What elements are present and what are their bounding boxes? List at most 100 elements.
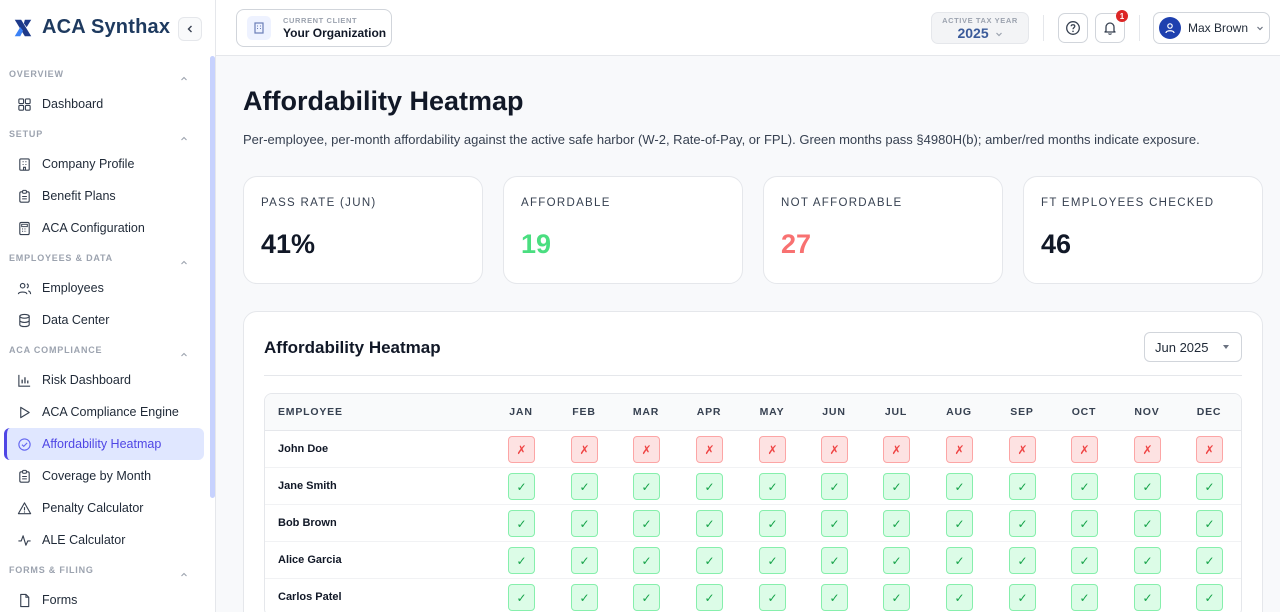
sidebar-section-header[interactable]: Setup [0, 120, 208, 148]
heatmap-cell-pass[interactable]: ✓ [883, 510, 910, 537]
sidebar-section-header[interactable]: Employees & Data [0, 244, 208, 272]
heatmap-cell-fail[interactable]: ✗ [1071, 436, 1098, 463]
heatmap-cell-pass[interactable]: ✓ [1071, 473, 1098, 500]
sidebar-item-affordability-heatmap[interactable]: Affordability Heatmap [4, 428, 204, 460]
sidebar-item-aca-configuration[interactable]: ACA Configuration [4, 212, 204, 244]
notifications-button[interactable]: 1 [1095, 10, 1128, 43]
heatmap-cell-pass[interactable]: ✓ [571, 584, 598, 611]
heatmap-cell-pass[interactable]: ✓ [1196, 473, 1223, 500]
heatmap-cell-fail[interactable]: ✗ [508, 436, 535, 463]
heatmap-cell-pass[interactable]: ✓ [759, 510, 786, 537]
heatmap-cell-pass[interactable]: ✓ [946, 473, 973, 500]
heatmap-cell-pass[interactable]: ✓ [1134, 584, 1161, 611]
heatmap-cell-pass[interactable]: ✓ [633, 510, 660, 537]
heatmap-cell-pass[interactable]: ✓ [1009, 547, 1036, 574]
sidebar-item-coverage-by-month[interactable]: Coverage by Month [4, 460, 204, 492]
heatmap-cell-pass[interactable]: ✓ [1134, 547, 1161, 574]
sidebar-section-header[interactable]: ACA Compliance [0, 336, 208, 364]
check-icon: ✓ [829, 553, 840, 568]
table-row[interactable]: Bob Brown ✓ ✓ ✓ ✓ ✓ ✓ ✓ ✓ ✓ ✓ ✓ ✓ [265, 505, 1241, 542]
heatmap-cell-pass[interactable]: ✓ [1009, 584, 1036, 611]
heatmap-cell-pass[interactable]: ✓ [883, 584, 910, 611]
heatmap-cell-fail[interactable]: ✗ [1196, 436, 1223, 463]
heatmap-cell-pass[interactable]: ✓ [696, 510, 723, 537]
heatmap-cell-pass[interactable]: ✓ [883, 547, 910, 574]
heatmap-cell-fail[interactable]: ✗ [1134, 436, 1161, 463]
month-select[interactable]: Jun 2025 [1144, 332, 1242, 362]
sidebar-item-ale-calculator[interactable]: ALE Calculator [4, 524, 204, 556]
heatmap-cell-pass[interactable]: ✓ [1071, 510, 1098, 537]
heatmap-cell-fail[interactable]: ✗ [946, 436, 973, 463]
heatmap-cell-pass[interactable]: ✓ [508, 510, 535, 537]
heatmap-cell-pass[interactable]: ✓ [759, 473, 786, 500]
tax-year-selector[interactable]: Active Tax Year 2025 [931, 12, 1029, 44]
heatmap-cell-fail[interactable]: ✗ [759, 436, 786, 463]
sidebar-item-penalty-calculator[interactable]: Penalty Calculator [4, 492, 204, 524]
check-icon: ✓ [641, 516, 652, 531]
heatmap-cell-pass[interactable]: ✓ [571, 473, 598, 500]
check-icon: ✓ [704, 590, 715, 605]
sidebar-item-employees[interactable]: Employees [4, 272, 204, 304]
heatmap-cell-pass[interactable]: ✓ [1009, 510, 1036, 537]
heatmap-cell-fail[interactable]: ✗ [696, 436, 723, 463]
heatmap-cell-fail[interactable]: ✗ [571, 436, 598, 463]
help-button[interactable] [1058, 13, 1088, 43]
heatmap-cell-pass[interactable]: ✓ [508, 473, 535, 500]
sidebar-collapse-button[interactable] [178, 17, 202, 41]
heatmap-cell-pass[interactable]: ✓ [759, 584, 786, 611]
user-menu[interactable]: Max Brown [1153, 12, 1270, 44]
calculator-icon [16, 220, 32, 236]
heatmap-cell-fail[interactable]: ✗ [633, 436, 660, 463]
heatmap-cell-pass[interactable]: ✓ [696, 547, 723, 574]
sidebar-item-data-center[interactable]: Data Center [4, 304, 204, 336]
heatmap-cell-pass[interactable]: ✓ [633, 547, 660, 574]
help-circle-icon [1066, 21, 1080, 35]
heatmap-cell-pass[interactable]: ✓ [508, 547, 535, 574]
heatmap-cell-pass[interactable]: ✓ [1196, 584, 1223, 611]
heatmap-cell-pass[interactable]: ✓ [571, 547, 598, 574]
sidebar-item-forms[interactable]: Forms [4, 584, 204, 612]
sidebar-item-benefit-plans[interactable]: Benefit Plans [4, 180, 204, 212]
table-row[interactable]: Alice Garcia ✓ ✓ ✓ ✓ ✓ ✓ ✓ ✓ ✓ ✓ ✓ ✓ [265, 542, 1241, 579]
sidebar-section-header[interactable]: Forms & Filing [0, 556, 208, 584]
heatmap-title: Affordability Heatmap [264, 338, 441, 357]
clipboard-icon [16, 188, 32, 204]
heatmap-cell-pass[interactable]: ✓ [821, 584, 848, 611]
client-switcher[interactable]: Current Client Your Organization [236, 9, 392, 47]
heatmap-cell-pass[interactable]: ✓ [508, 584, 535, 611]
heatmap-cell-pass[interactable]: ✓ [1009, 473, 1036, 500]
sidebar-item-risk-dashboard[interactable]: Risk Dashboard [4, 364, 204, 396]
table-row[interactable]: John Doe ✗ ✗ ✗ ✗ ✗ ✗ ✗ ✗ ✗ ✗ ✗ ✗ [265, 431, 1241, 468]
heatmap-table: Employee Jan Feb Mar Apr May Jun Jul Aug Sep Oct N… [264, 393, 1242, 612]
table-row[interactable]: Jane Smith ✓ ✓ ✓ ✓ ✓ ✓ ✓ ✓ ✓ ✓ ✓ ✓ [265, 468, 1241, 505]
heatmap-cell-pass[interactable]: ✓ [633, 584, 660, 611]
sidebar-scrollbar[interactable] [210, 56, 215, 498]
heatmap-cell-pass[interactable]: ✓ [1134, 473, 1161, 500]
heatmap-cell-pass[interactable]: ✓ [946, 547, 973, 574]
heatmap-cell-pass[interactable]: ✓ [946, 510, 973, 537]
heatmap-cell-pass[interactable]: ✓ [696, 584, 723, 611]
heatmap-cell-pass[interactable]: ✓ [696, 473, 723, 500]
heatmap-cell-pass[interactable]: ✓ [821, 510, 848, 537]
heatmap-cell-pass[interactable]: ✓ [1134, 510, 1161, 537]
heatmap-cell-pass[interactable]: ✓ [633, 473, 660, 500]
heatmap-cell-pass[interactable]: ✓ [1071, 547, 1098, 574]
sidebar-item-company-profile[interactable]: Company Profile [4, 148, 204, 180]
heatmap-cell-fail[interactable]: ✗ [883, 436, 910, 463]
heatmap-cell-pass[interactable]: ✓ [821, 547, 848, 574]
heatmap-cell-pass[interactable]: ✓ [571, 510, 598, 537]
sidebar-item-label: Forms [42, 593, 78, 607]
heatmap-cell-pass[interactable]: ✓ [1196, 510, 1223, 537]
heatmap-cell-pass[interactable]: ✓ [946, 584, 973, 611]
sidebar-item-aca-compliance-engine[interactable]: ACA Compliance Engine [4, 396, 204, 428]
heatmap-cell-pass[interactable]: ✓ [1071, 584, 1098, 611]
sidebar-item-dashboard[interactable]: Dashboard [4, 88, 204, 120]
heatmap-cell-pass[interactable]: ✓ [759, 547, 786, 574]
heatmap-cell-pass[interactable]: ✓ [1196, 547, 1223, 574]
sidebar-section-header[interactable]: Overview [0, 60, 208, 88]
table-row[interactable]: Carlos Patel ✓ ✓ ✓ ✓ ✓ ✓ ✓ ✓ ✓ ✓ ✓ ✓ [265, 579, 1241, 612]
heatmap-cell-fail[interactable]: ✗ [1009, 436, 1036, 463]
heatmap-cell-fail[interactable]: ✗ [821, 436, 848, 463]
heatmap-cell-pass[interactable]: ✓ [821, 473, 848, 500]
heatmap-cell-pass[interactable]: ✓ [883, 473, 910, 500]
